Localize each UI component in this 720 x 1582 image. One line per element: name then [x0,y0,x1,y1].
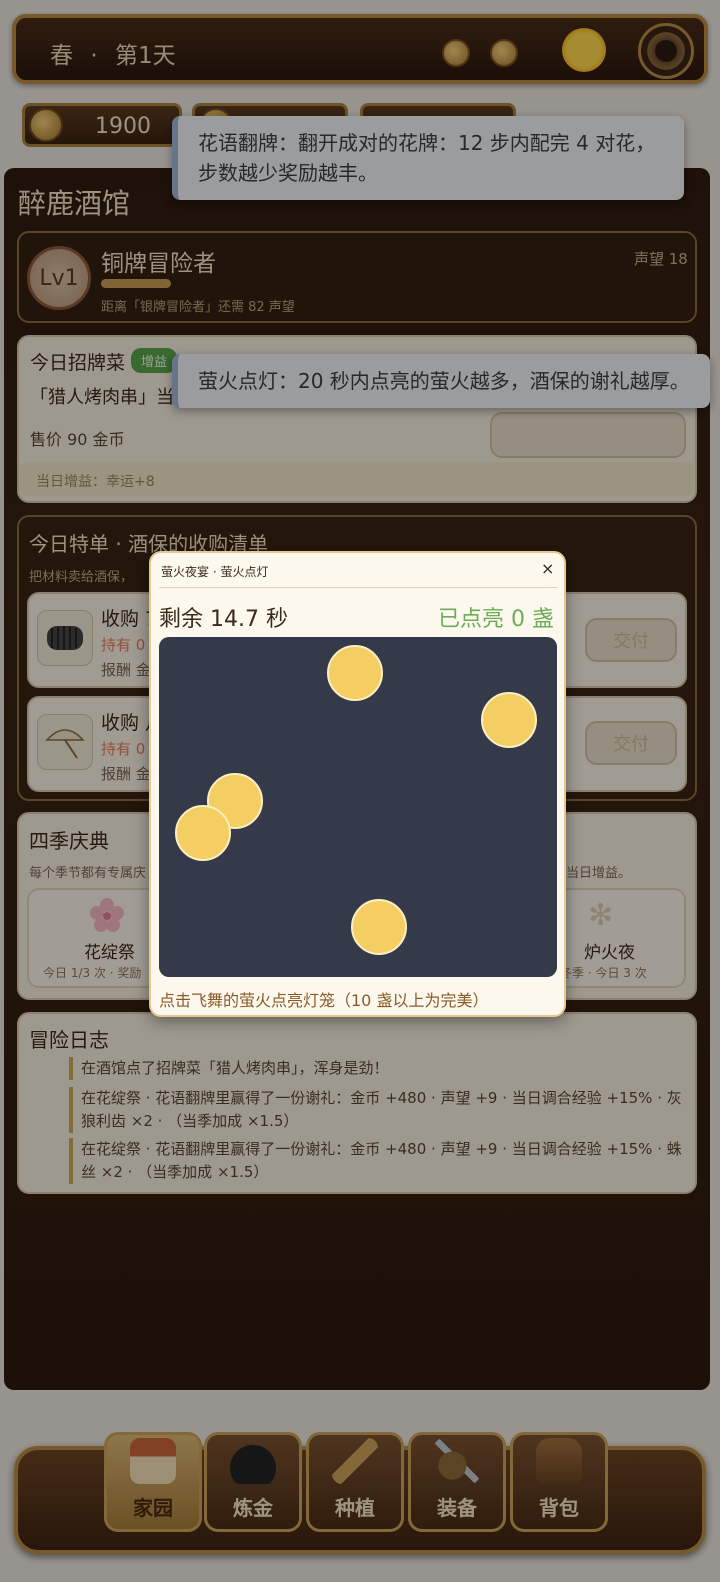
firefly[interactable] [175,805,231,861]
firefly[interactable] [351,899,407,955]
firefly-play-area[interactable] [159,637,557,977]
modal-title: 萤火夜宴 · 萤火点灯 [161,565,269,579]
firefly[interactable] [327,645,383,701]
lit-counter: 已点亮 0 盏 [438,607,554,632]
countdown-timer: 剩余 14.7 秒 [159,607,288,632]
firefly[interactable] [481,692,537,748]
modal-divider [159,587,557,588]
close-icon[interactable]: × [541,559,554,578]
game-hint: 点击飞舞的萤火点亮灯笼（10 盏以上为完美） [159,991,489,1010]
firefly-game-modal: 萤火夜宴 · 萤火点灯 × 剩余 14.7 秒 已点亮 0 盏 点击飞舞的萤火点… [149,551,566,1017]
